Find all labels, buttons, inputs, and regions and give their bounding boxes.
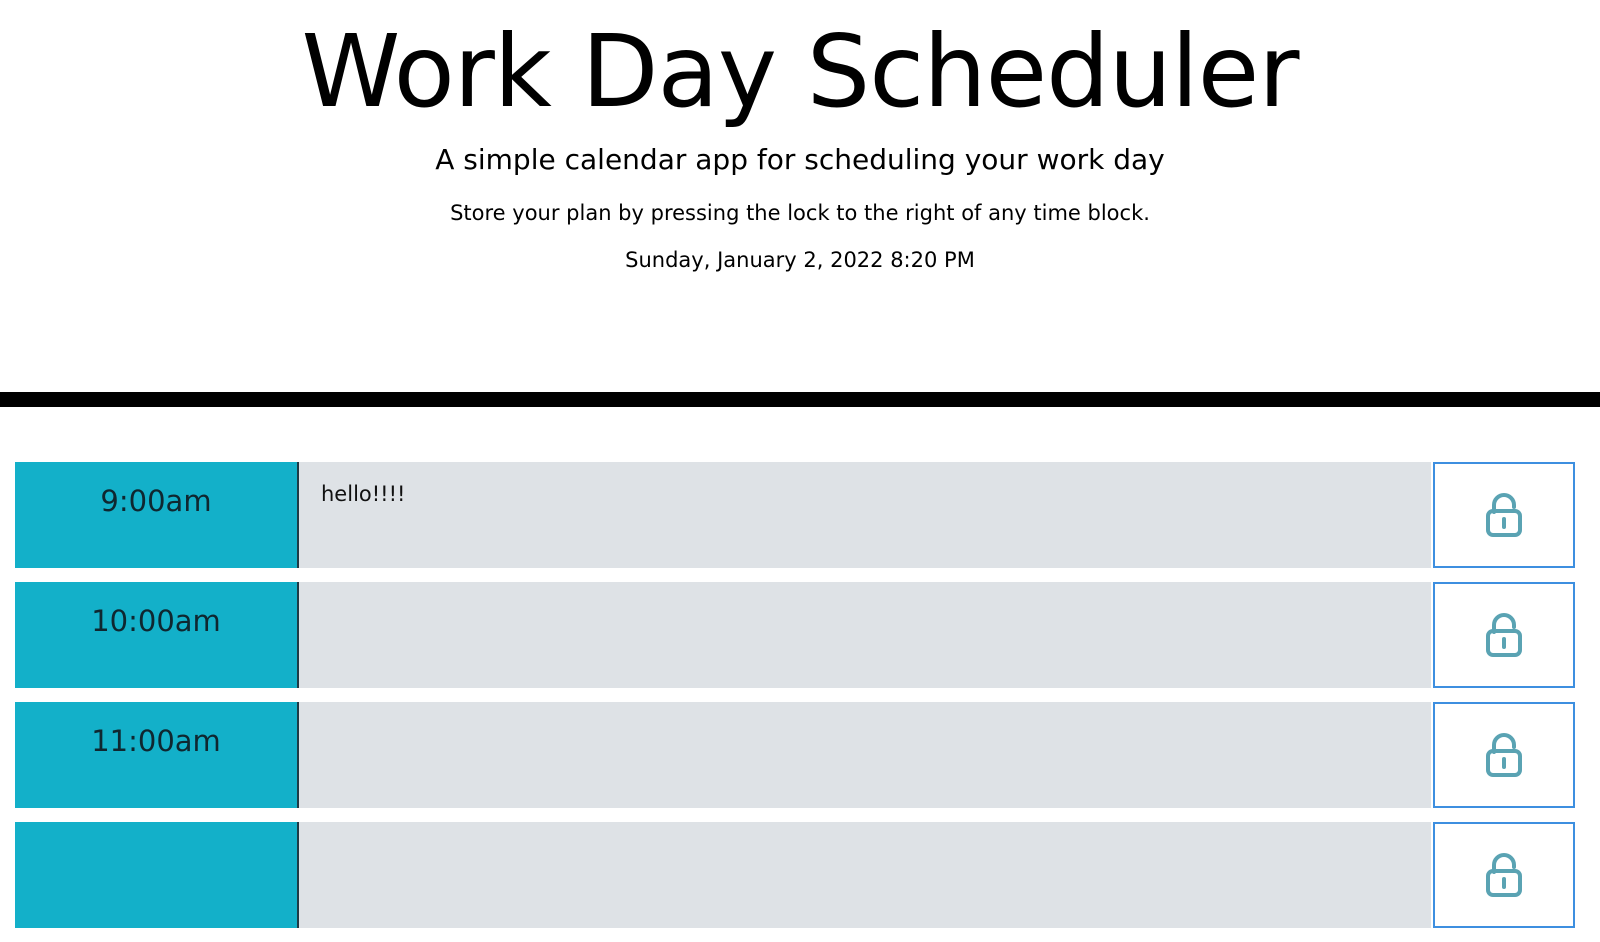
time-blocks-container: 9:00am hello!!!! 10:00am 11:00am: [15, 462, 1575, 942]
save-button[interactable]: [1433, 582, 1575, 688]
header-divider: [0, 392, 1600, 407]
time-block-row: [15, 822, 1575, 928]
save-button[interactable]: [1433, 462, 1575, 568]
save-button[interactable]: [1433, 822, 1575, 928]
hour-label: 11:00am: [15, 702, 299, 808]
description-input[interactable]: [299, 702, 1431, 808]
hour-label: 9:00am: [15, 462, 299, 568]
description-input[interactable]: [299, 822, 1431, 928]
description-input[interactable]: [299, 582, 1431, 688]
page-title: Work Day Scheduler: [301, 13, 1300, 130]
lock-open-icon: [1486, 493, 1522, 537]
hour-label: 10:00am: [15, 582, 299, 688]
lock-open-icon: [1486, 733, 1522, 777]
lock-open-icon: [1486, 613, 1522, 657]
description-input[interactable]: hello!!!!: [299, 462, 1431, 568]
current-date: Sunday, January 2, 2022 8:20 PM: [625, 248, 975, 272]
time-block-row: 10:00am: [15, 582, 1575, 688]
save-button[interactable]: [1433, 702, 1575, 808]
time-block-row: 9:00am hello!!!!: [15, 462, 1575, 568]
page-subtitle: A simple calendar app for scheduling you…: [435, 143, 1165, 176]
hour-label: [15, 822, 299, 928]
instructions-text: Store your plan by pressing the lock to …: [450, 201, 1150, 225]
time-block-row: 11:00am: [15, 702, 1575, 808]
page-header: Work Day Scheduler A simple calendar app…: [0, 0, 1600, 392]
lock-open-icon: [1486, 853, 1522, 897]
